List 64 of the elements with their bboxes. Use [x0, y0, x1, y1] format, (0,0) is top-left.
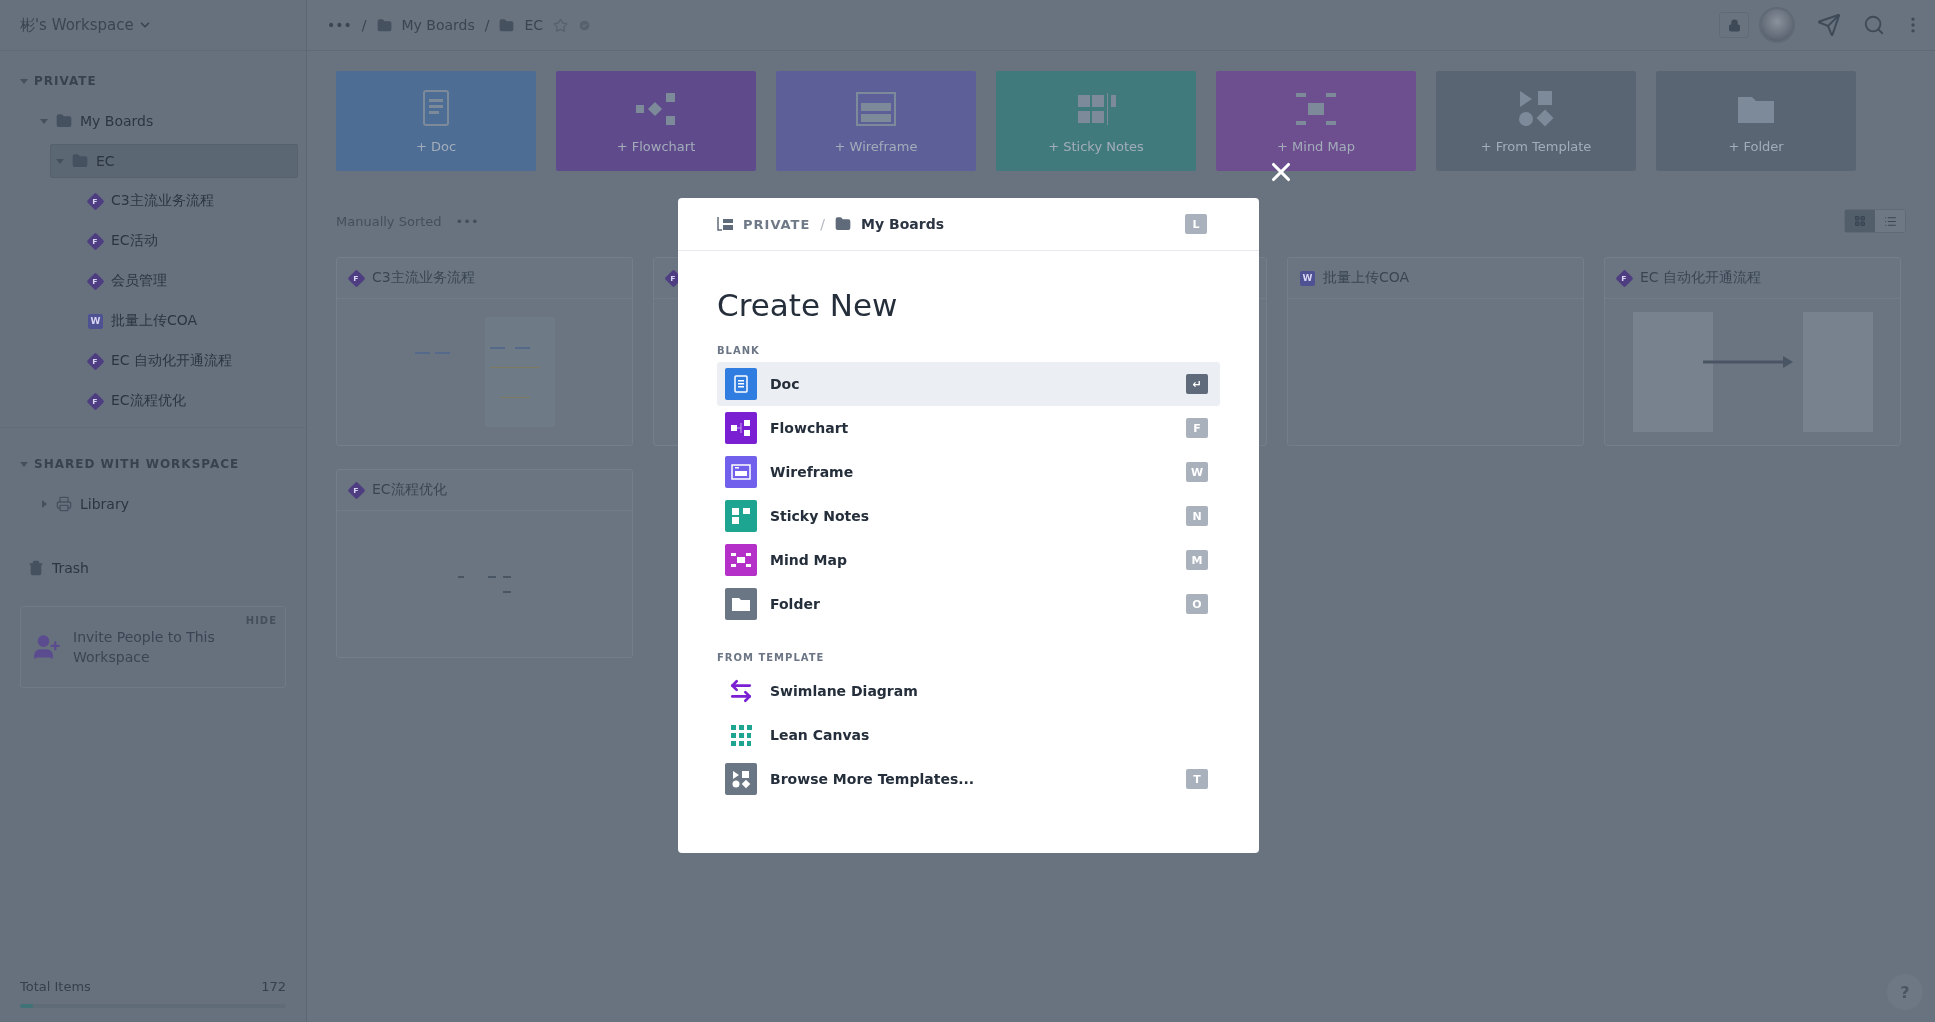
caret-down-icon[interactable]: [20, 77, 28, 85]
create-option[interactable]: Flowchart F: [717, 406, 1220, 450]
trash-item[interactable]: Trash: [0, 550, 306, 586]
dialog-title: Create New: [717, 287, 899, 323]
caret-right-icon[interactable]: [40, 500, 48, 508]
printer-icon: [56, 496, 72, 512]
caret-down-icon[interactable]: [40, 117, 48, 125]
breadcrumb-separator: /: [484, 17, 490, 33]
shortcut-key: O: [1186, 594, 1208, 614]
create-option[interactable]: Mind Map M: [717, 538, 1220, 582]
list-icon: [1883, 214, 1897, 228]
create-option[interactable]: Folder O: [717, 582, 1220, 626]
window-icon: [725, 456, 757, 488]
breadcrumb-root[interactable]: PRIVATE: [743, 216, 811, 232]
tree-icon: [717, 217, 733, 231]
grid-view-button[interactable]: [1845, 210, 1875, 232]
shortcut-key: T: [1186, 769, 1208, 789]
folder-icon: [376, 17, 392, 33]
section-heading: FROM TEMPLATE: [717, 652, 826, 663]
create-option[interactable]: Wireframe W: [717, 450, 1220, 494]
shortcut-key: N: [1186, 506, 1208, 526]
create-option[interactable]: Sticky Notes N: [717, 494, 1220, 538]
lock-icon: [1727, 18, 1741, 32]
shortcut-key: M: [1186, 550, 1208, 570]
create-tile[interactable]: + Mind Map: [1216, 71, 1416, 171]
create-option[interactable]: Doc ↵: [717, 362, 1220, 406]
document-icon: [725, 368, 757, 400]
create-tile[interactable]: + Flowchart: [556, 71, 756, 171]
breadcrumb-folder[interactable]: My Boards: [861, 216, 944, 232]
template-option[interactable]: Browse More Templates... T: [717, 757, 1220, 801]
add-person-icon: [33, 633, 61, 661]
shortcut-key: F: [1186, 418, 1208, 438]
list-view-button[interactable]: [1875, 210, 1905, 232]
template-option[interactable]: Swimlane Diagram: [717, 669, 1220, 713]
board-badge-icon: W: [1300, 270, 1315, 286]
folder-icon: [56, 113, 72, 129]
folder-icon: [499, 17, 515, 33]
breadcrumb-separator: /: [361, 17, 367, 33]
create-tile[interactable]: + Wireframe: [776, 71, 976, 171]
user-avatar[interactable]: [1759, 7, 1795, 43]
shortcut-key: ↵: [1186, 374, 1208, 394]
send-icon[interactable]: [1817, 13, 1841, 37]
create-tile[interactable]: + Doc: [336, 71, 536, 171]
shapes-icon: [725, 763, 757, 795]
section-heading: BLANK: [717, 345, 761, 356]
caret-down-icon[interactable]: [20, 460, 28, 468]
template-option[interactable]: Lean Canvas: [717, 713, 1220, 757]
flowchart-icon: [725, 412, 757, 444]
shortcut-key: L: [1185, 214, 1207, 234]
shortcut-key: W: [1186, 462, 1208, 482]
breadcrumb-separator: /: [820, 216, 826, 232]
template-tile-icon: [1516, 88, 1556, 129]
lock-button[interactable]: [1719, 12, 1749, 38]
create-tile[interactable]: + From Template: [1436, 71, 1636, 171]
folder-icon: [835, 216, 852, 232]
mind-map-icon: [725, 544, 757, 576]
trash-icon: [28, 560, 44, 576]
folder-icon: [725, 588, 757, 620]
grid-icon: [1854, 215, 1866, 227]
board-thumbnail-drawing: [458, 575, 511, 593]
sticky-notes-icon: [725, 500, 757, 532]
board-badge-icon: W: [88, 313, 103, 329]
search-icon[interactable]: [1863, 14, 1885, 36]
create-tile[interactable]: + Folder: [1656, 71, 1856, 171]
